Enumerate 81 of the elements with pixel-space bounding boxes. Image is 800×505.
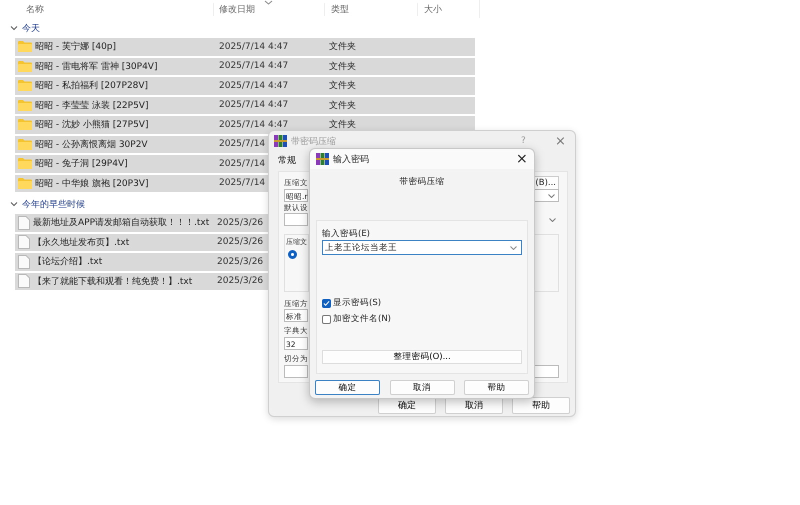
checkbox[interactable] xyxy=(322,314,331,324)
chevron-icon xyxy=(549,218,556,222)
file-type: 文件夹 xyxy=(329,100,356,112)
organize-passwords-button[interactable]: 整理密码(O)... xyxy=(322,350,522,364)
chevron-icon[interactable] xyxy=(10,25,18,31)
close-button[interactable]: × xyxy=(516,151,534,167)
dropdown[interactable] xyxy=(284,213,308,226)
dialog-button[interactable]: 确定 xyxy=(315,380,380,395)
modified-date: 2025/7/14 xyxy=(219,178,266,188)
file-name: 最新地址及APP请发邮箱自动获取！！！.txt xyxy=(33,216,210,230)
modified-date: 2025/7/14 xyxy=(219,158,266,169)
file-name: 【论坛介绍】.txt xyxy=(33,256,104,268)
close-button[interactable]: × xyxy=(555,134,575,148)
modified-date: 2025/7/14 xyxy=(219,139,266,150)
file-name: 【来了就能下载和观看！纯免费！】.txt xyxy=(33,276,194,288)
modified-date: 2025/3/26 xyxy=(217,276,264,286)
file-type: 文件夹 xyxy=(329,118,356,132)
file-name: 昭昭 - 沈妙 小熊猫 [27P5V] xyxy=(35,118,150,132)
checkbox-label[interactable]: 显示密码(S) xyxy=(333,297,382,309)
file-row[interactable]: 昭昭 - 沈妙 小熊猫 [27P5V] 2025/7/14 4:47 文件夹 xyxy=(15,116,475,134)
text-file-icon xyxy=(18,235,30,250)
group-label: 今天 xyxy=(22,22,40,34)
window-title: 带密码压缩 xyxy=(291,136,337,148)
file-row[interactable]: 昭昭 - 芙宁娜 [40p] 2025/7/14 4:47 文件夹 xyxy=(15,38,475,56)
text-file-icon xyxy=(18,216,30,230)
password-field[interactable]: 上老王论坛当老王 xyxy=(322,240,522,255)
tab[interactable]: 常规 xyxy=(278,154,296,166)
chevron-icon xyxy=(548,194,555,198)
dropdown[interactable] xyxy=(533,189,559,202)
radio-button[interactable] xyxy=(288,250,297,260)
modified-date: 2025/3/26 xyxy=(217,218,264,228)
file-name: 昭昭 - 雷电将军 雷神 [30P4V] xyxy=(35,60,158,73)
books-icon xyxy=(274,135,287,147)
file-name: 昭昭 - 私拍福利 [207P28V] xyxy=(35,80,150,92)
group-label: 今年的早些时候 xyxy=(22,198,85,210)
column-header[interactable]: 类型 xyxy=(324,2,417,16)
modified-date: 2025/3/26 xyxy=(217,237,264,248)
column-header[interactable]: 名称 xyxy=(26,2,213,16)
file-row[interactable]: 昭昭 - 私拍福利 [207P28V] 2025/7/14 4:47 文件夹 xyxy=(15,77,475,94)
column-header[interactable]: 大小 xyxy=(417,2,442,16)
column-header[interactable]: 修改日期 xyxy=(213,2,324,16)
folder-icon xyxy=(18,60,32,72)
folder-icon xyxy=(18,178,32,189)
dialog-button[interactable]: 帮助 xyxy=(512,397,570,414)
dialog-button[interactable]: 取消 xyxy=(390,380,454,395)
file-row[interactable]: 昭昭 - 李莹莹 泳装 [22P5V] 2025/7/14 4:47 文件夹 xyxy=(15,96,475,114)
dialog-button[interactable]: 帮助 xyxy=(464,380,529,395)
modified-date: 2025/7/14 4:47 xyxy=(219,61,288,72)
folder-icon xyxy=(18,138,32,150)
folder-icon xyxy=(18,158,32,170)
input-field[interactable] xyxy=(284,364,308,378)
folder-icon xyxy=(18,119,32,130)
folder-icon xyxy=(18,80,32,92)
file-row[interactable]: 昭昭 - 雷电将军 雷神 [30P4V] 2025/7/14 4:47 文件夹 xyxy=(15,58,475,75)
modified-date: 2025/7/14 4:47 xyxy=(219,100,288,110)
dialog-subtitle: 带密码压缩 xyxy=(398,176,446,189)
file-name: 昭昭 - 公孙离恨离烟 30P2V xyxy=(35,138,149,151)
checkbox[interactable] xyxy=(322,298,331,308)
sort-icon xyxy=(264,0,273,5)
chevron-icon[interactable] xyxy=(10,201,18,207)
text-file-icon xyxy=(18,254,30,269)
input-field[interactable] xyxy=(533,364,559,378)
file-type: 文件夹 xyxy=(329,60,356,73)
file-type: 文件夹 xyxy=(329,40,356,54)
folder-icon xyxy=(18,100,32,111)
books-icon xyxy=(316,153,329,165)
modified-date: 2025/3/26 xyxy=(217,256,264,267)
file-name: 昭昭 - 李莹莹 泳装 [22P5V] xyxy=(35,100,150,112)
file-name: 【永久地址发布页】.txt xyxy=(33,236,130,249)
modified-date: 2025/7/14 4:47 xyxy=(219,120,288,130)
file-name: 昭昭 - 中华娘 旗袍 [20P3V] xyxy=(35,178,150,190)
modified-date: 2025/7/14 4:47 xyxy=(219,42,288,52)
window-title: 输入密码 xyxy=(333,154,370,166)
file-name: 昭昭 - 芙宁娜 [40p] xyxy=(35,40,118,54)
file-type: 文件夹 xyxy=(329,80,356,92)
file-name: 昭昭 - 兔子洞 [29P4V] xyxy=(35,158,129,170)
folder-icon xyxy=(18,41,32,52)
text-file-icon xyxy=(18,274,30,288)
chevron-icon xyxy=(510,246,517,250)
modified-date: 2025/7/14 4:47 xyxy=(219,80,288,91)
checkbox-label[interactable]: 加密文件名(N) xyxy=(333,313,391,325)
